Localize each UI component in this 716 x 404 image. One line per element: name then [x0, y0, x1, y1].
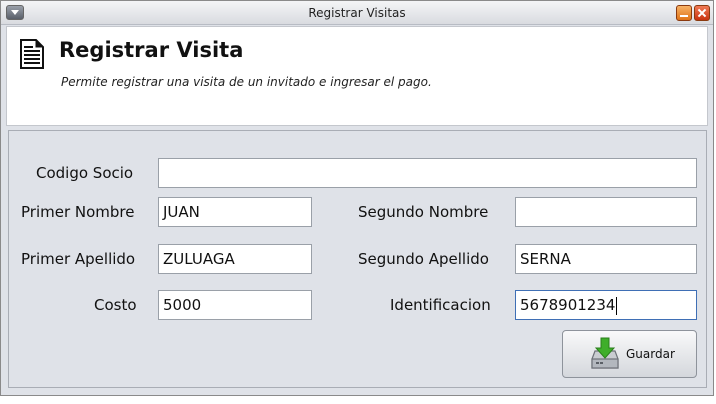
- registrar-visitas-window: Registrar Visitas Registrar Visita Permi…: [0, 0, 714, 396]
- primer-nombre-label: Primer Nombre: [21, 203, 135, 221]
- primer-apellido-input[interactable]: ZULUAGA: [158, 244, 312, 274]
- save-download-icon: [591, 337, 619, 369]
- page-title: Registrar Visita: [59, 38, 244, 62]
- guardar-button[interactable]: Guardar: [562, 330, 697, 378]
- costo-label: Costo: [94, 296, 137, 314]
- identificacion-label: Identificacion: [390, 296, 491, 314]
- window-title: Registrar Visitas: [308, 6, 406, 20]
- identificacion-value: 5678901234: [520, 296, 616, 314]
- costo-input[interactable]: 5000: [158, 290, 312, 320]
- close-button[interactable]: [694, 5, 710, 21]
- guardar-label: Guardar: [626, 347, 675, 361]
- primer-nombre-input[interactable]: JUAN: [158, 197, 312, 227]
- segundo-apellido-input[interactable]: SERNA: [515, 244, 697, 274]
- header-panel: Registrar Visita Permite registrar una v…: [6, 26, 708, 126]
- segundo-nombre-label: Segundo Nombre: [358, 203, 489, 221]
- segundo-apellido-label: Segundo Apellido: [358, 250, 489, 268]
- title-bar[interactable]: Registrar Visitas: [1, 1, 713, 25]
- codigo-socio-label: Codigo Socio: [36, 164, 134, 182]
- text-caret: [616, 296, 618, 315]
- minimize-button[interactable]: [676, 5, 692, 21]
- identificacion-input[interactable]: 5678901234: [515, 290, 697, 320]
- page-subtitle: Permite registrar una visita de un invit…: [61, 75, 432, 89]
- codigo-socio-input[interactable]: [158, 158, 697, 188]
- document-icon: [20, 39, 44, 69]
- segundo-nombre-input[interactable]: [515, 197, 697, 227]
- primer-apellido-label: Primer Apellido: [21, 250, 136, 268]
